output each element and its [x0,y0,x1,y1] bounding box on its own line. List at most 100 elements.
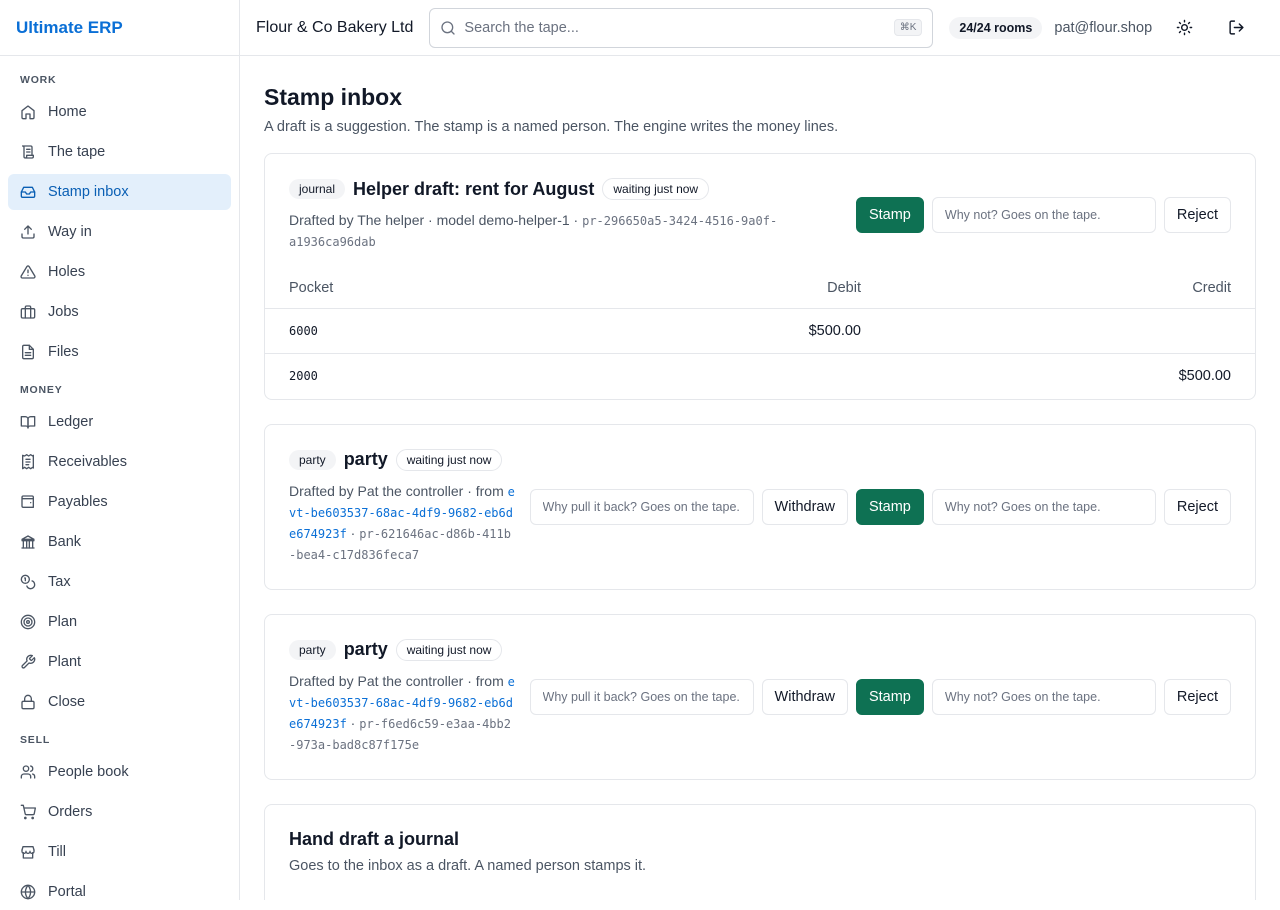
draft-title: party [343,449,388,469]
stamp-button[interactable]: Stamp [855,678,924,715]
sidebar-item-label: Plant [48,654,82,670]
reject-reason-input[interactable] [931,678,1156,715]
draft-meta-text: Drafted by Pat the controller · from [289,482,508,499]
withdraw-reason-input[interactable] [529,488,754,525]
sidebar-item-label: Bank [48,534,82,550]
draft-type-tag: party [289,449,336,470]
sidebar: Ultimate ERP WORK Home The tape Stamp in… [0,0,240,900]
reject-button[interactable]: Reject [1163,678,1231,715]
sidebar-item-payables[interactable]: Payables [8,484,231,520]
sidebar-item-jobs[interactable]: Jobs [8,294,231,330]
cart-icon [20,804,36,820]
globe-icon [20,884,36,900]
upload-icon [20,224,36,240]
reject-button[interactable]: Reject [1163,197,1231,233]
sidebar-item-label: Stamp inbox [48,184,129,200]
status-badge: waiting just now [395,638,503,661]
draft-meta: Drafted by Pat the controller · from evt… [289,481,517,565]
draft-type-tag: party [289,639,336,660]
logout-icon[interactable] [1226,18,1246,38]
page-title: Stamp inbox [264,84,403,110]
warning-icon [20,264,36,280]
sidebar-item-stamp-inbox[interactable]: Stamp inbox [8,174,231,210]
store-icon [20,844,36,860]
sidebar-item-till[interactable]: Till [8,834,231,870]
theme-toggle-sun-icon[interactable] [1174,18,1194,38]
sidebar-item-portal[interactable]: Portal [8,874,231,910]
sidebar-item-label: Till [48,844,66,860]
meta-separator: · [346,524,360,541]
journal-lines-table: Pocket Debit Credit 6000 $500.00 2000 $5… [265,280,1255,399]
sidebar-item-the-tape[interactable]: The tape [8,134,231,170]
sidebar-item-way-in[interactable]: Way in [8,214,231,250]
sidebar-item-label: Way in [48,224,92,240]
draft-type-tag: journal [289,179,346,199]
sidebar-item-label: People book [48,764,129,780]
draft-title: party [343,639,388,659]
main-content: Stamp inbox A draft is a suggestion. The… [240,56,1280,900]
wallet-icon [20,494,36,510]
withdraw-button[interactable]: Withdraw [761,488,848,525]
sidebar-item-ledger[interactable]: Ledger [8,404,231,440]
sidebar-item-label: Portal [48,884,86,900]
sidebar-item-label: Files [48,344,79,360]
inbox-icon [20,184,36,200]
sidebar-item-label: Ledger [48,414,94,430]
reject-button[interactable]: Reject [1163,488,1231,525]
draft-card-party: party party waiting just now Drafted by … [264,613,1256,780]
stamp-button[interactable]: Stamp [855,488,924,525]
receipt-icon [20,454,36,470]
search-box[interactable]: ⌘K [429,7,934,48]
withdraw-reason-input[interactable] [529,678,754,715]
wrench-icon [20,654,36,670]
sidebar-item-people-book[interactable]: People book [8,754,231,790]
file-icon [20,344,36,360]
reject-reason-input[interactable] [931,197,1156,233]
scroll-icon [20,144,36,160]
sidebar-item-tax[interactable]: Tax [8,564,231,600]
withdraw-button[interactable]: Withdraw [761,678,848,715]
sidebar-item-label: Holes [48,264,86,280]
status-badge: waiting just now [395,448,503,471]
sidebar-item-close[interactable]: Close [8,684,231,720]
column-header-debit: Debit [565,280,885,309]
search-input[interactable] [464,19,894,36]
debit-cell: $500.00 [565,308,885,354]
topbar: Flour & Co Bakery Ltd ⌘K 24/24 rooms pat… [240,0,1280,56]
brand-logo[interactable]: Ultimate ERP [0,0,239,56]
sidebar-item-home[interactable]: Home [8,94,231,130]
sidebar-item-files[interactable]: Files [8,334,231,370]
sidebar-item-orders[interactable]: Orders [8,794,231,830]
user-email: pat@flour.shop [1054,19,1153,36]
debit-cell [565,354,885,399]
column-header-pocket: Pocket [265,280,565,309]
book-icon [20,414,36,430]
target-icon [20,614,36,630]
sidebar-item-holes[interactable]: Holes [8,254,231,290]
draft-meta-text: Drafted by Pat the controller · from [289,672,508,689]
sidebar-item-label: Jobs [48,304,79,320]
credit-cell [885,308,1255,354]
section-label-sell: SELL [20,734,51,746]
draft-card-party: party party waiting just now Drafted by … [264,423,1256,590]
sidebar-item-label: Tax [48,574,71,590]
sidebar-item-label: Plan [48,614,78,630]
sidebar-item-plant[interactable]: Plant [8,644,231,680]
table-row: 6000 $500.00 [265,308,1255,354]
sidebar-item-plan[interactable]: Plan [8,604,231,640]
pocket-cell: 2000 [289,369,318,384]
sidebar-item-receivables[interactable]: Receivables [8,444,231,480]
stamp-button[interactable]: Stamp [855,197,924,233]
draft-meta: Drafted by Pat the controller · from evt… [289,671,517,755]
sidebar-item-bank[interactable]: Bank [8,524,231,560]
org-name[interactable]: Flour & Co Bakery Ltd [256,19,413,37]
sidebar-item-label: Home [48,104,87,120]
bank-icon [20,534,36,550]
users-icon [20,764,36,780]
hand-draft-card: Hand draft a journal Goes to the inbox a… [264,803,1256,900]
column-header-credit: Credit [885,280,1255,309]
credit-cell: $500.00 [1178,368,1231,385]
hand-draft-title: Hand draft a journal [289,828,460,849]
rooms-badge: 24/24 rooms [949,16,1043,39]
reject-reason-input[interactable] [931,488,1156,525]
